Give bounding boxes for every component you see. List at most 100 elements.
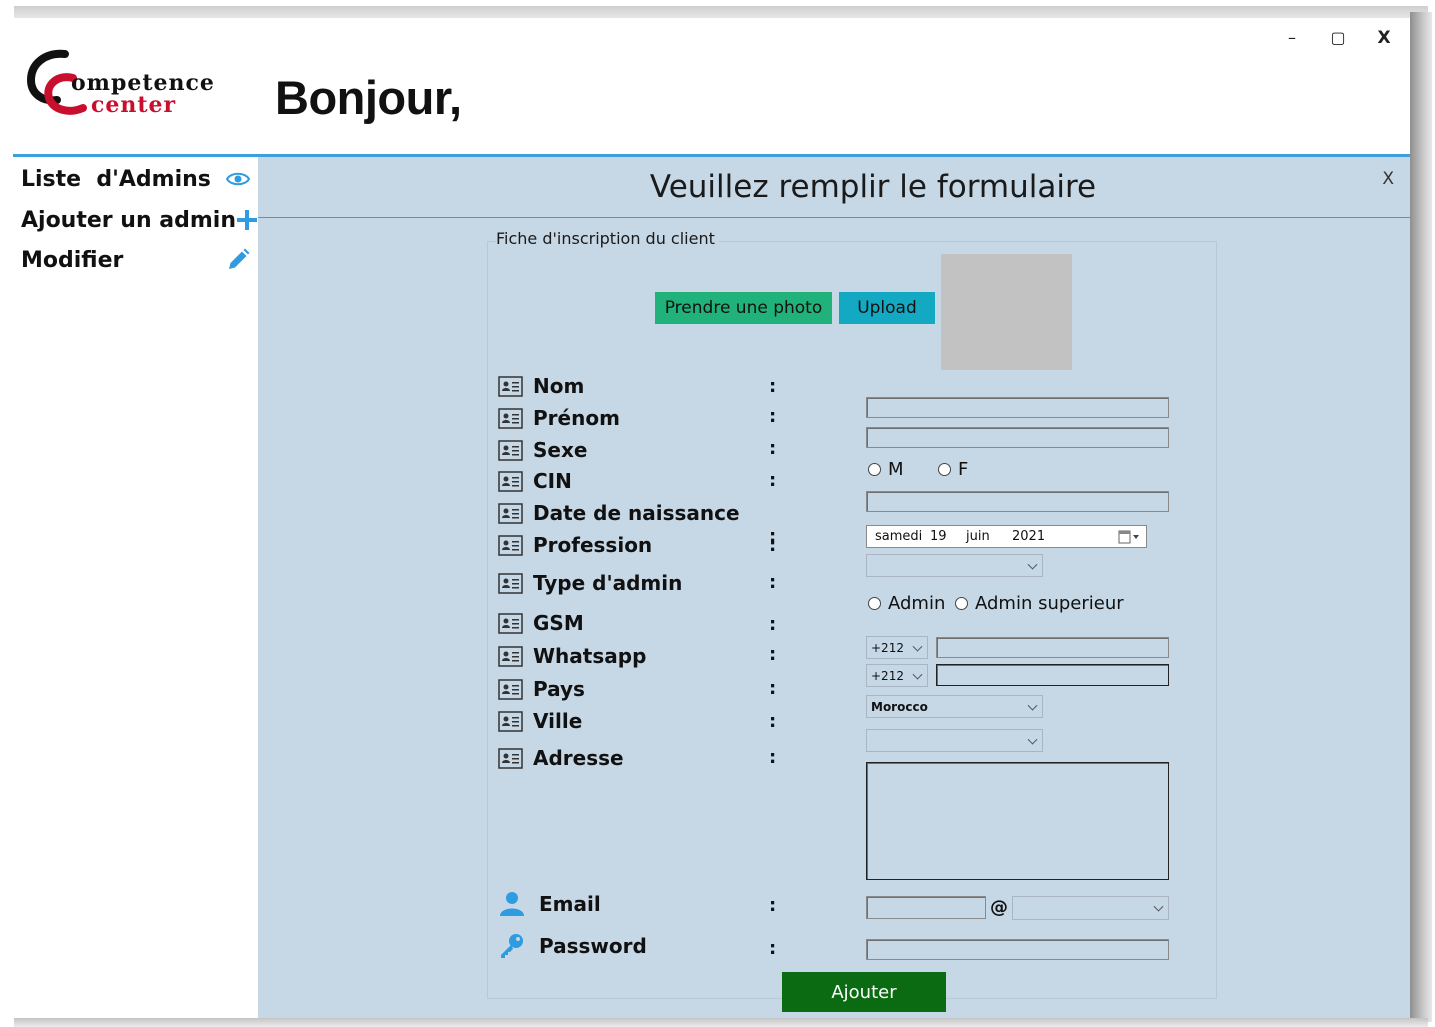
app-window: ompetence center Bonjour, – ▢ X Liste d'…: [13, 18, 1410, 1018]
upload-button[interactable]: Upload: [839, 292, 935, 324]
label-email: Email: [498, 890, 601, 918]
form-title: Veuillez remplir le formulaire: [649, 169, 1097, 205]
sidebar-item-label: Ajouter un admin: [21, 207, 236, 233]
label-gsm: GSM: [498, 609, 584, 637]
greeting-title: Bonjour,: [275, 71, 462, 124]
id-card-icon: [498, 572, 523, 594]
date-year: 2021: [1012, 529, 1046, 544]
label-text: Password: [539, 934, 647, 958]
radio-label: F: [958, 459, 969, 480]
id-card-icon: [498, 502, 523, 524]
form-panel: Veuillez remplir le formulaire X Fiche d…: [258, 157, 1410, 1018]
chevron-down-icon: [912, 641, 923, 652]
sidebar-item-label: Modifier: [21, 247, 124, 273]
ville-select[interactable]: [866, 729, 1043, 752]
key-icon: [501, 934, 523, 958]
date-naissance-picker[interactable]: samedi 19 juin 2021: [866, 525, 1147, 548]
colon: :: [769, 535, 777, 556]
label-text: Adresse: [533, 746, 624, 770]
password-input[interactable]: [866, 939, 1169, 960]
label-text: Prénom: [533, 406, 620, 430]
pays-value: Morocco: [871, 699, 928, 714]
chevron-down-icon: [1027, 734, 1038, 745]
id-card-icon: [498, 470, 523, 492]
close-window-button[interactable]: X: [1374, 28, 1394, 48]
date-weekday: samedi: [875, 529, 923, 544]
date-day: 19: [930, 529, 947, 544]
id-card-icon: [498, 710, 523, 732]
whatsapp-country-code-select[interactable]: +212: [866, 664, 928, 687]
label-adresse: Adresse: [498, 744, 624, 772]
label-text: Email: [539, 892, 601, 916]
chevron-down-icon: [912, 669, 923, 680]
label-whatsapp: Whatsapp: [498, 642, 646, 670]
label-pays: Pays: [498, 675, 585, 703]
prenom-input[interactable]: [866, 427, 1169, 448]
sidebar-item-modifier[interactable]: Modifier: [21, 244, 251, 276]
id-card-icon: [498, 612, 523, 634]
radio-type-admin[interactable]: Admin: [868, 593, 945, 614]
gsm-input[interactable]: [936, 637, 1169, 658]
ajouter-button[interactable]: Ajouter: [782, 972, 946, 1012]
colon: :: [769, 376, 777, 397]
label-date-naissance: Date de naissance: [498, 499, 740, 527]
label-cin: CIN: [498, 467, 572, 495]
label-prenom: Prénom: [498, 404, 620, 432]
nom-input[interactable]: [866, 397, 1169, 418]
colon: :: [769, 747, 777, 768]
radio-label: Admin: [888, 593, 946, 614]
close-form-button[interactable]: X: [1382, 169, 1394, 189]
gsm-code-value: +212: [871, 640, 904, 655]
label-type-admin: Type d'admin: [498, 569, 682, 597]
radio-sexe-f[interactable]: F: [938, 459, 968, 480]
adresse-textarea[interactable]: [866, 762, 1169, 880]
profession-select[interactable]: [866, 554, 1043, 577]
label-text: Pays: [533, 677, 585, 701]
pays-select[interactable]: Morocco: [866, 695, 1043, 718]
take-photo-button[interactable]: Prendre une photo: [655, 292, 832, 324]
window-shadow-bottom: [14, 1018, 1428, 1027]
maximize-button[interactable]: ▢: [1328, 28, 1348, 48]
logo-text-bottom: center: [91, 92, 176, 118]
sidebar: Liste d'Admins Ajouter un admin Modifier: [13, 157, 258, 1018]
label-text: Date de naissance: [533, 501, 740, 525]
label-sexe: Sexe: [498, 436, 587, 464]
colon: :: [769, 895, 777, 916]
whatsapp-input[interactable]: [936, 664, 1169, 686]
minimize-button[interactable]: –: [1282, 28, 1302, 48]
cin-input[interactable]: [866, 491, 1169, 512]
chevron-down-icon: [1027, 700, 1038, 711]
plus-icon: [236, 207, 258, 233]
at-symbol: @: [990, 897, 1008, 918]
eye-icon: [225, 166, 251, 192]
label-text: Type d'admin: [533, 571, 683, 595]
radio-label: Admin superieur: [975, 593, 1124, 614]
email-domain-select[interactable]: [1012, 896, 1169, 920]
label-text: Whatsapp: [533, 644, 647, 668]
screenshot-frame: ompetence center Bonjour, – ▢ X Liste d'…: [0, 0, 1435, 1027]
calendar-icon[interactable]: [1118, 530, 1140, 544]
id-card-icon: [498, 747, 523, 769]
title-divider: [258, 217, 1410, 218]
label-text: Sexe: [533, 438, 588, 462]
id-card-icon: [498, 407, 523, 429]
sidebar-item-ajouter-admin[interactable]: Ajouter un admin: [21, 204, 257, 236]
id-card-icon: [498, 645, 523, 667]
window-shadow-top: [14, 6, 1428, 18]
sidebar-item-liste-admins[interactable]: Liste d'Admins: [21, 163, 251, 195]
email-user-input[interactable]: [866, 896, 986, 919]
label-profession: Profession: [498, 531, 652, 559]
header: ompetence center Bonjour, – ▢ X: [13, 18, 1410, 154]
colon: :: [769, 678, 777, 699]
radio-type-admin-superieur[interactable]: Admin superieur: [955, 593, 1124, 614]
user-icon: [500, 892, 524, 916]
radio-sexe-m[interactable]: M: [868, 459, 904, 480]
id-card-icon: [498, 534, 523, 556]
label-nom: Nom: [498, 372, 584, 400]
gsm-country-code-select[interactable]: +212: [866, 636, 928, 659]
radio-circle: [938, 463, 951, 476]
label-ville: Ville: [498, 707, 582, 735]
pencil-icon: [225, 247, 251, 273]
photo-preview: [941, 254, 1072, 370]
colon: :: [769, 438, 777, 459]
